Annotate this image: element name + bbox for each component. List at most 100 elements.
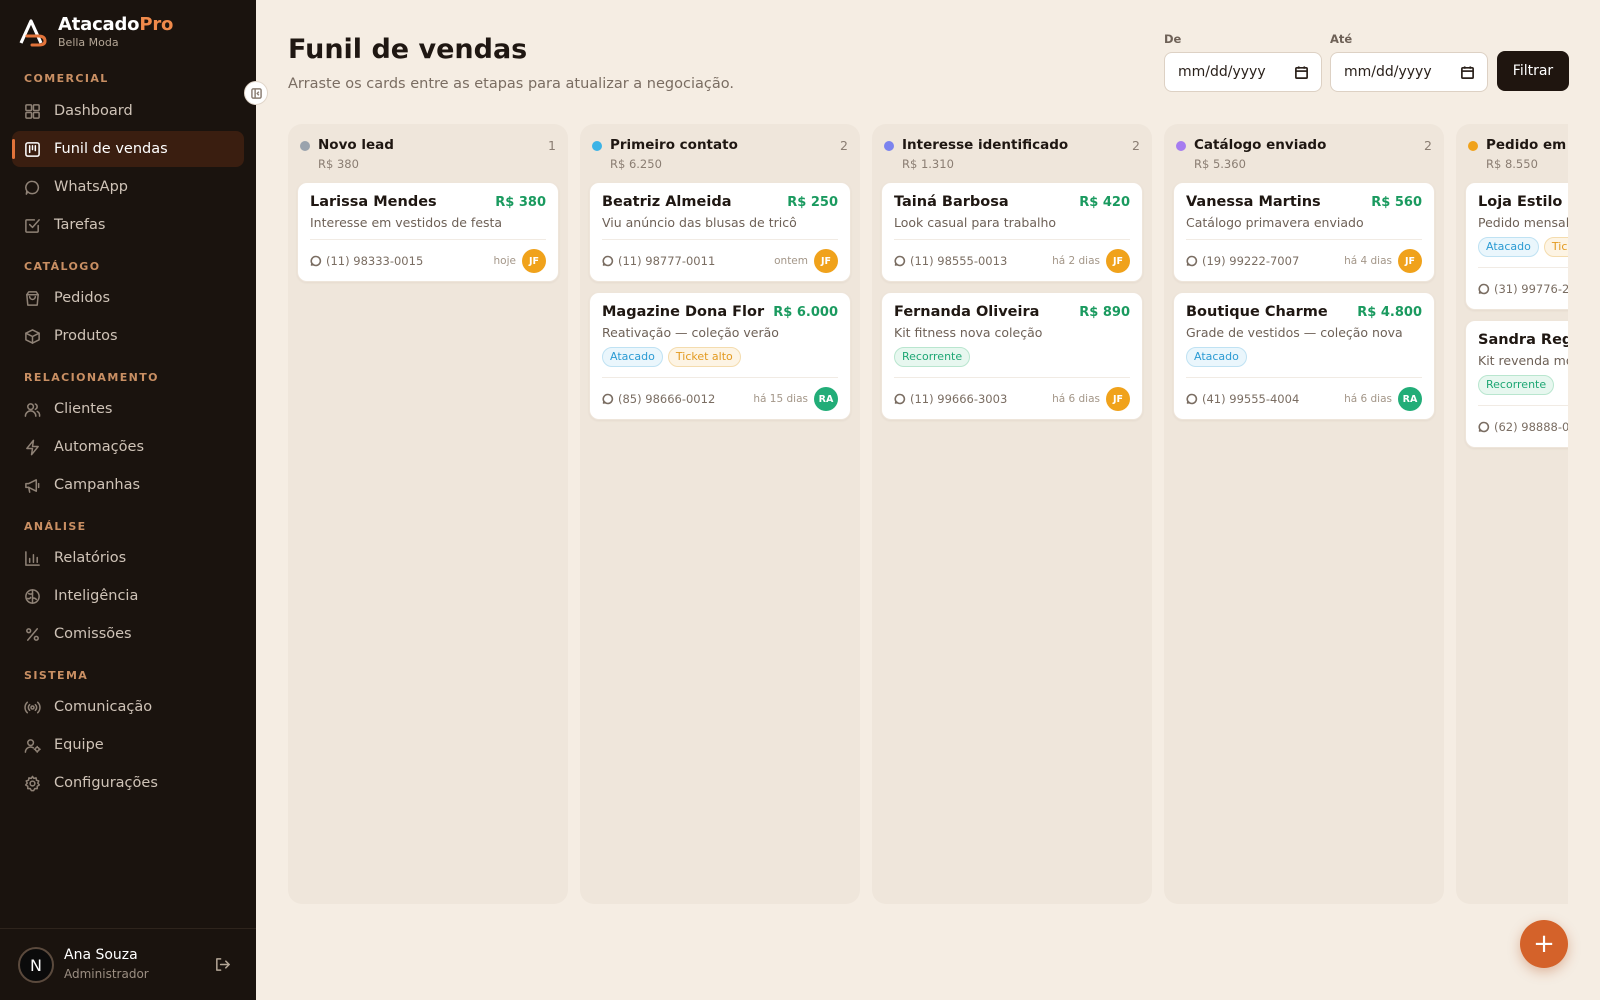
gear-icon — [24, 775, 41, 791]
deal-phone[interactable]: (31) 99776-20 — [1478, 282, 1568, 296]
card-footer: (11) 98777-0011 ontem JF — [602, 239, 838, 281]
sidebar-item-comunicacao[interactable]: Comunicação — [12, 689, 244, 725]
sidebar-item-campanhas[interactable]: Campanhas — [12, 467, 244, 503]
owner-avatar: JF — [522, 249, 546, 273]
sidebar-item-funil[interactable]: Funil de vendas — [12, 131, 244, 167]
deal-name: Tainá Barbosa — [894, 194, 1009, 210]
column-total: R$ 1.310 — [902, 157, 954, 171]
card-footer: (19) 99222-7007 há 4 dias JF — [1186, 239, 1422, 281]
deal-value: R$ 560 — [1371, 195, 1422, 210]
deal-description: Catálogo primavera enviado — [1186, 215, 1364, 230]
deal-phone[interactable]: (11) 98777-0011 — [602, 254, 715, 268]
chat-icon — [894, 393, 906, 405]
brand-logo-icon — [19, 18, 47, 46]
tag-badge: Tick — [1543, 237, 1568, 257]
sidebar-item-clientes[interactable]: Clientes — [12, 391, 244, 427]
deal-phone[interactable]: (11) 98333-0015 — [310, 254, 423, 268]
sidebar-item-equipe[interactable]: Equipe — [12, 727, 244, 763]
chat-icon — [1186, 393, 1198, 405]
tag-badge: Atacado — [1478, 237, 1539, 257]
column-total: R$ 380 — [318, 157, 359, 171]
deal-card[interactable]: Boutique Charme R$ 4.800 Grade de vestidos… — [1173, 292, 1435, 420]
last-activity: hoje — [493, 255, 516, 267]
percent-icon — [26, 627, 39, 641]
sidebar-collapse-icon — [250, 87, 262, 99]
sidebar-item-dashboard[interactable]: Dashboard — [12, 93, 244, 129]
phone-number: (11) 98333-0015 — [326, 254, 424, 268]
deal-value: R$ 250 — [787, 195, 838, 210]
add-deal-button[interactable]: + — [1520, 920, 1568, 968]
brand[interactable]: AtacadoPro Bella Moda — [18, 14, 173, 49]
lightning-icon — [26, 439, 39, 455]
deal-card[interactable]: Fernanda Oliveira R$ 890 Kit fitness nova … — [881, 292, 1143, 420]
brand-subtitle: Bella Moda — [58, 36, 119, 49]
deal-value: R$ 420 — [1079, 195, 1130, 210]
card-footer: (85) 98666-0012 há 15 dias RA — [602, 377, 838, 419]
deal-card[interactable]: Tainá Barbosa R$ 420 Look casual para trab… — [881, 182, 1143, 282]
deal-phone[interactable]: (85) 98666-0012 — [602, 392, 715, 406]
owner-avatar: JF — [1106, 387, 1130, 411]
date-from-label: De — [1164, 32, 1182, 46]
deal-phone[interactable]: (11) 98555-0013 — [894, 254, 1007, 268]
deal-card[interactable]: Loja Estilo M Pedido mensal AtacadoTick (31… — [1465, 182, 1568, 310]
kanban-board: Novo lead 1 R$ 380 Larissa Mendes R$ 380 Inte… — [288, 124, 1568, 904]
chat-icon — [25, 180, 40, 195]
pipeline-column: Catálogo enviado 2 R$ 5.360 Vanessa Martins… — [1164, 124, 1444, 904]
card-footer: (11) 99666-3003 há 6 dias JF — [894, 377, 1130, 419]
owner-avatar: JF — [1106, 249, 1130, 273]
card-footer: (11) 98333-0015 hoje JF — [310, 239, 546, 281]
logout-icon[interactable] — [214, 956, 231, 973]
sidebar-item-label: Comissões — [54, 626, 132, 642]
users-icon — [24, 402, 41, 417]
calendar-icon[interactable] — [1294, 65, 1309, 80]
nav-section-sistema: SISTEMA — [24, 669, 89, 682]
date-from-input[interactable]: mm/dd/yyyy — [1164, 52, 1322, 92]
owner-avatar: RA — [814, 387, 838, 411]
deal-card[interactable]: Larissa Mendes R$ 380 Interesse em vestido… — [297, 182, 559, 282]
pipeline-column: Pedido em n R$ 8.550 Loja Estilo M Pedido m… — [1456, 124, 1568, 904]
deal-description: Reativação — coleção verão — [602, 325, 779, 340]
deal-phone[interactable]: (19) 99222-7007 — [1186, 254, 1299, 268]
sidebar-item-comissoes[interactable]: Comissões — [12, 616, 244, 652]
deal-description: Interesse em vestidos de festa — [310, 215, 503, 230]
pipeline-column: Interesse identificado 2 R$ 1.310 Tainá Bar… — [872, 124, 1152, 904]
sidebar-item-produtos[interactable]: Produtos — [12, 318, 244, 354]
box-icon — [25, 328, 40, 344]
deal-card[interactable]: Beatriz Almeida R$ 250 Viu anúncio das blu… — [589, 182, 851, 282]
deal-phone[interactable]: (41) 99555-4004 — [1186, 392, 1299, 406]
last-activity: ontem — [774, 255, 808, 267]
column-title: Interesse identificado — [902, 137, 1069, 153]
sidebar-item-label: Configurações — [54, 775, 158, 791]
deal-card[interactable]: Magazine Dona Flor R$ 6.000 Reativação — c… — [589, 292, 851, 420]
brain-icon — [25, 588, 40, 604]
filter-button[interactable]: Filtrar — [1497, 51, 1569, 91]
tag-list: Atacado Ticket alto — [602, 347, 746, 367]
avatar[interactable]: N — [18, 947, 54, 983]
sidebar-item-inteligencia[interactable]: Inteligência — [12, 578, 244, 614]
sidebar-item-configuracoes[interactable]: Configurações — [12, 765, 244, 801]
page-title: Funil de vendas — [288, 34, 528, 65]
sidebar-item-tarefas[interactable]: Tarefas — [12, 207, 244, 243]
sidebar-item-whatsapp[interactable]: WhatsApp — [12, 169, 244, 205]
phone-number: (41) 99555-4004 — [1202, 392, 1300, 406]
deal-card[interactable]: Sandra Reg Kit revenda mo Recorrente (62) 9… — [1465, 320, 1568, 448]
chat-icon — [1478, 283, 1490, 295]
sidebar-item-label: Equipe — [54, 737, 104, 753]
deal-card[interactable]: Vanessa Martins R$ 560 Catálogo primavera … — [1173, 182, 1435, 282]
deal-phone[interactable]: (11) 99666-3003 — [894, 392, 1007, 406]
collapse-sidebar-button[interactable] — [244, 81, 268, 105]
chat-icon — [602, 255, 614, 267]
card-footer: (41) 99555-4004 há 6 dias RA — [1186, 377, 1422, 419]
sidebar-item-relatorios[interactable]: Relatórios — [12, 540, 244, 576]
column-count: 2 — [1132, 138, 1140, 153]
stage-color-dot — [300, 141, 310, 151]
date-to-input[interactable]: mm/dd/yyyy — [1330, 52, 1488, 92]
sidebar-item-automacoes[interactable]: Automações — [12, 429, 244, 465]
owner-avatar: JF — [1398, 249, 1422, 273]
deal-phone[interactable]: (62) 98888-00 — [1478, 420, 1568, 434]
owner-avatar: JF — [814, 249, 838, 273]
calendar-icon[interactable] — [1460, 65, 1475, 80]
column-title: Catálogo enviado — [1194, 137, 1327, 153]
deal-name: Loja Estilo M — [1478, 194, 1568, 210]
sidebar-item-pedidos[interactable]: Pedidos — [12, 280, 244, 316]
